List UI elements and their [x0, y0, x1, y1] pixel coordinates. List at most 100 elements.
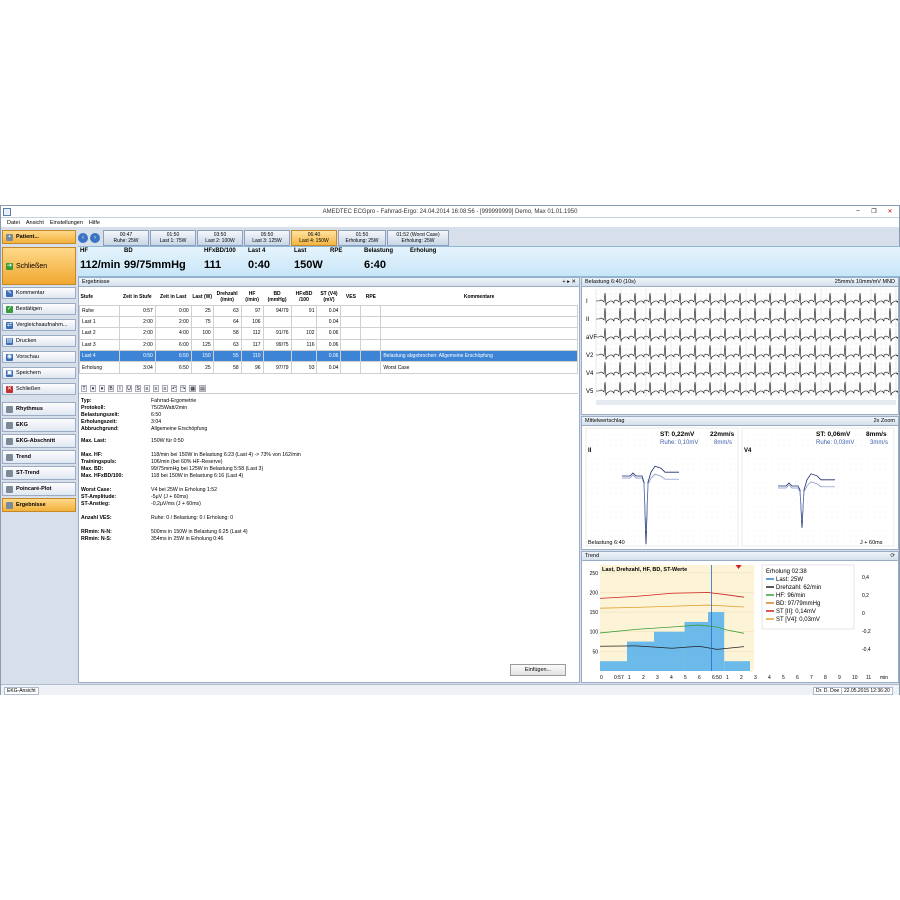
column-header[interactable]: Stufe [80, 291, 120, 305]
table-cell: 97/79 [262, 361, 292, 374]
format-toolbar: T ▾ ▾ BIUS ≡ ≡ ≡ ↶ ↷ ▦ ▤ [79, 384, 578, 394]
column-header[interactable]: ST (V4) (mV) [317, 291, 341, 305]
maximize-icon[interactable]: ❐ [869, 208, 879, 215]
beat-rest-value: Ruhe: 0,03mV [816, 440, 854, 446]
redo-icon[interactable]: ↷ [180, 385, 187, 392]
table-cell: 25 [190, 304, 214, 317]
strike-icon[interactable]: S [135, 385, 141, 392]
report-key: RRmin: N-N: [81, 529, 112, 535]
menu-ansicht[interactable]: Ansicht [26, 220, 44, 226]
print-button[interactable]: ▤ Drucken [2, 335, 76, 347]
tab-ruhe[interactable]: 00:47 Ruhe: 25W [103, 230, 149, 246]
table-cell: 97 [240, 304, 264, 317]
table-cell: 96 [240, 361, 264, 374]
x-tick: 9 [838, 675, 841, 681]
view-st-trend[interactable]: ST-Trend [2, 466, 76, 480]
align-center-icon[interactable]: ≡ [153, 385, 159, 392]
menu-hilfe[interactable]: Hilfe [89, 220, 100, 226]
table-cell: 0.06 [316, 350, 342, 363]
minimize-icon[interactable]: – [853, 208, 863, 215]
table-cell: 58 [212, 327, 242, 340]
table-cell: 110 [240, 350, 264, 363]
trend-settings-icon[interactable]: ⟳ [890, 552, 895, 561]
view-rhythmus[interactable]: Rhythmus [2, 402, 76, 416]
align-left-icon[interactable]: ≡ [144, 385, 150, 392]
y-tick-right: -0,2 [862, 629, 871, 635]
tab-last4[interactable]: 06:40 Last 4: 150W [291, 230, 337, 246]
column-header[interactable]: Last (W) [191, 291, 213, 305]
table-cell: 116 [290, 338, 318, 352]
insert-button[interactable]: Einfügen... [510, 664, 566, 676]
tab-worst-case[interactable]: 01:52 (Worst Case) Erholung: 25W [387, 230, 449, 246]
column-header[interactable]: Zeit in Last [155, 291, 191, 305]
report-value: 354ms in 25W in Erholung 0:46 [151, 536, 224, 542]
font-size-icon[interactable]: ▾ [90, 385, 96, 392]
italic-icon[interactable]: I [117, 385, 123, 392]
table-row[interactable]: Last 4 0:50 6:50 150 55 110 0.06 Belastung abge… [79, 350, 578, 363]
x-tick: 7 [810, 675, 813, 681]
report-key: Protokoll: [81, 405, 106, 411]
column-header[interactable]: HF (/min) [241, 291, 263, 305]
table-row[interactable]: Last 3 2:00 6:00 125 63 117 99/75 116 0.06 [79, 338, 578, 352]
column-header[interactable]: BD (mmHg) [263, 291, 291, 305]
view-ekg[interactable]: EKG [2, 418, 76, 432]
close-icon[interactable]: ✕ [885, 208, 895, 215]
font-icon[interactable]: T [81, 385, 87, 392]
legend-entry: Last: 25W [776, 577, 803, 583]
column-header[interactable]: HFxBD /100 [291, 291, 317, 305]
column-header[interactable]: Drehzahl (/min) [213, 291, 241, 305]
next-stage-icon[interactable]: › [90, 233, 100, 243]
table-icon[interactable]: ▤ [199, 385, 206, 392]
tab-last2[interactable]: 03:50 Last 2: 100W [197, 230, 243, 246]
report-value: 99/75mmHg bei 125W in Belastung 5:58 (La… [151, 466, 264, 472]
table-cell [262, 350, 292, 363]
save-button[interactable]: ▣ Speichern [2, 367, 76, 379]
column-header[interactable]: Zeit in Stufe [119, 291, 155, 305]
column-header[interactable]: RPE [361, 291, 381, 305]
view-ekg-abschnitt[interactable]: EKG-Abschnitt [2, 434, 76, 448]
table-row[interactable]: Ruhe 0:57 0:00 25 63 97 94/79 91 0.04 [79, 304, 578, 317]
column-header[interactable]: Kommentare [381, 291, 578, 305]
close-button[interactable]: ✕ Schließen [2, 383, 76, 395]
tab-erholung[interactable]: 01:50 Erholung: 25W [338, 230, 386, 246]
table-cell: 100 [190, 327, 214, 340]
close-exam-button[interactable]: ➔ Schließen [2, 247, 76, 285]
table-row[interactable]: Last 2 2:00 4:00 100 58 112 91/76 102 0.06 [79, 327, 578, 340]
panel-pin-icon[interactable]: + ▸ ✕ [562, 278, 576, 287]
table-row[interactable]: Last 1 2:00 2:00 75 64 106 0.04 [79, 315, 578, 329]
x-tick: 0:57 [614, 675, 624, 681]
undo-icon[interactable]: ↶ [171, 385, 178, 392]
hfxbd-label: HFxBD/100 [204, 248, 236, 254]
underline-icon[interactable]: U [126, 385, 132, 392]
patient-button[interactable]: ▪ Patient... [2, 230, 76, 244]
status-bar: EKG-Ansicht Dr. D. Doe 22.05.2015 12:36:… [1, 684, 899, 695]
menu-datei[interactable]: Datei [7, 220, 20, 226]
beat-slope: 8mm/s [866, 431, 887, 438]
ecg-scrollbar[interactable] [596, 400, 896, 405]
table-cell: 0:00 [154, 304, 192, 317]
table-cell: 6:00 [154, 338, 192, 352]
color-icon[interactable]: ▾ [99, 385, 105, 392]
preview-button[interactable]: ◉ Vorschau [2, 351, 76, 363]
ecg-controls[interactable]: 25mm/s 10mm/mV MND [835, 278, 895, 287]
comment-button[interactable]: ✎ Kommentar [2, 287, 76, 299]
column-header[interactable]: VES [341, 291, 361, 305]
confirm-button[interactable]: ✓ Bestätigen [2, 303, 76, 315]
table-row[interactable]: Erholung 3:04 6:50 25 58 96 97/79 93 0.04 Worst C… [79, 361, 578, 374]
bold-icon[interactable]: B [108, 385, 114, 392]
menu-einstellungen[interactable]: Einstellungen [50, 220, 83, 226]
align-right-icon[interactable]: ≡ [162, 385, 168, 392]
tab-last1[interactable]: 01:50 Last 1: 75W [150, 230, 196, 246]
view-trend[interactable]: Trend [2, 450, 76, 464]
x-tick: 6 [698, 675, 701, 681]
prev-stage-icon[interactable]: ‹ [78, 233, 88, 243]
tab-last3[interactable]: 05:50 Last 3: 125W [244, 230, 290, 246]
beat-zoom[interactable]: 2x Zoom [874, 417, 895, 426]
compare-button[interactable]: ⇄ Vergleichsaufnahm... [2, 319, 76, 331]
view-poincare[interactable]: Poincaré-Plot [2, 482, 76, 496]
image-icon[interactable]: ▦ [189, 385, 197, 392]
view-ergebnisse[interactable]: Ergebnisse [2, 498, 76, 512]
ekg-icon [6, 421, 13, 429]
title-bar: AMEDTEC ECGpro - Fahrrad-Ergo: 24.04.201… [1, 206, 899, 218]
rpe-label: RPE [330, 248, 343, 254]
